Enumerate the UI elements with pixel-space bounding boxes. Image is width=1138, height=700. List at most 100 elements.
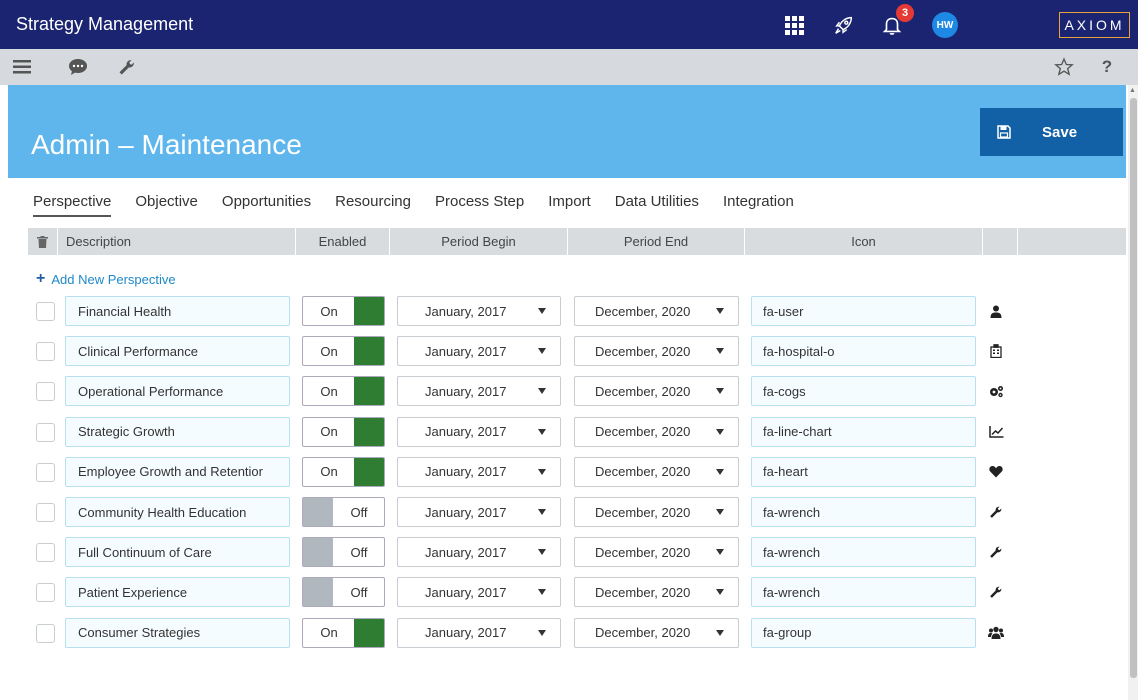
- enabled-toggle[interactable]: On: [302, 336, 385, 367]
- enabled-toggle[interactable]: On: [302, 456, 385, 487]
- menu-icon[interactable]: [10, 55, 34, 79]
- app-title: Strategy Management: [16, 14, 194, 34]
- toggle-knob: [354, 337, 384, 366]
- period-end-select[interactable]: December, 2020: [574, 296, 739, 326]
- period-begin-select[interactable]: January, 2017: [397, 577, 561, 608]
- row-checkbox[interactable]: [36, 543, 55, 563]
- toggle-label: On: [320, 424, 338, 440]
- toggle-label: Off: [350, 544, 368, 560]
- tab-import[interactable]: Import: [548, 193, 591, 217]
- period-end-select[interactable]: December, 2020: [574, 336, 739, 367]
- tab-resourcing[interactable]: Resourcing: [335, 193, 411, 217]
- enabled-toggle[interactable]: Off: [302, 577, 385, 608]
- wrench-icon[interactable]: [115, 55, 139, 79]
- enabled-toggle[interactable]: On: [302, 617, 385, 648]
- icon-input[interactable]: fa-user: [751, 296, 976, 326]
- header-period-end[interactable]: Period End: [568, 228, 745, 255]
- scroll-up-arrow[interactable]: ▲: [1129, 87, 1136, 94]
- tab-objective[interactable]: Objective: [135, 193, 198, 217]
- description-input[interactable]: Financial Health: [65, 296, 290, 326]
- description-input[interactable]: Strategic Growth: [65, 416, 290, 447]
- enabled-toggle[interactable]: On: [302, 416, 385, 447]
- toggle-knob: [354, 417, 384, 446]
- add-new-perspective-link[interactable]: + Add New Perspective: [36, 270, 176, 288]
- row-checkbox[interactable]: [36, 503, 55, 522]
- period-begin-select[interactable]: January, 2017: [397, 617, 561, 648]
- user-icon: [988, 303, 1004, 319]
- header-description[interactable]: Description: [58, 228, 296, 255]
- chat-icon[interactable]: [66, 55, 90, 79]
- row-checkbox[interactable]: [36, 422, 55, 442]
- period-begin-value: January, 2017: [425, 625, 507, 641]
- table-row: Patient Experience Off January, 2017 Decemb…: [0, 577, 1138, 609]
- enabled-toggle[interactable]: On: [302, 376, 385, 407]
- description-input[interactable]: Clinical Performance: [65, 336, 290, 367]
- help-icon[interactable]: ?: [1095, 55, 1119, 79]
- header-period-begin[interactable]: Period Begin: [390, 228, 568, 255]
- enabled-toggle[interactable]: Off: [302, 497, 385, 527]
- row-checkbox[interactable]: [36, 382, 55, 402]
- period-begin-select[interactable]: January, 2017: [397, 497, 561, 527]
- period-begin-select[interactable]: January, 2017: [397, 376, 561, 407]
- row-checkbox[interactable]: [36, 583, 55, 603]
- period-end-select[interactable]: December, 2020: [574, 456, 739, 487]
- period-end-select[interactable]: December, 2020: [574, 617, 739, 648]
- row-checkbox[interactable]: [36, 302, 55, 321]
- description-input[interactable]: Operational Performance: [65, 376, 290, 407]
- icon-input[interactable]: fa-cogs: [751, 376, 976, 407]
- enabled-toggle[interactable]: Off: [302, 537, 385, 568]
- cogs-icon: [988, 383, 1004, 399]
- table-row: Community Health Education Off January, 20…: [0, 497, 1138, 529]
- icon-input[interactable]: fa-wrench: [751, 497, 976, 527]
- enabled-toggle[interactable]: On: [302, 296, 385, 326]
- star-icon[interactable]: [1052, 55, 1076, 79]
- chevron-down-icon: [716, 629, 724, 636]
- tab-perspective[interactable]: Perspective: [33, 193, 112, 217]
- row-checkbox[interactable]: [36, 342, 55, 362]
- tab-opportunities[interactable]: Opportunities: [222, 193, 311, 217]
- toggle-label: On: [320, 625, 338, 641]
- tab-integration[interactable]: Integration: [723, 193, 794, 217]
- save-button[interactable]: Save: [980, 108, 1123, 156]
- icon-input[interactable]: fa-heart: [751, 456, 976, 487]
- period-begin-select[interactable]: January, 2017: [397, 537, 561, 568]
- period-end-select[interactable]: December, 2020: [574, 537, 739, 568]
- plus-icon: +: [36, 270, 46, 287]
- description-input[interactable]: Employee Growth and Retentior: [65, 456, 290, 487]
- grid-icon[interactable]: [780, 11, 808, 39]
- heart-icon: [988, 464, 1004, 480]
- period-begin-value: January, 2017: [425, 303, 507, 319]
- period-begin-select[interactable]: January, 2017: [397, 336, 561, 367]
- trash-icon[interactable]: [28, 228, 58, 255]
- header-enabled[interactable]: Enabled: [296, 228, 390, 255]
- period-end-select[interactable]: December, 2020: [574, 416, 739, 447]
- icon-input[interactable]: fa-group: [751, 617, 976, 648]
- wrench-icon: [988, 584, 1004, 600]
- tab-data-utilities[interactable]: Data Utilities: [615, 193, 699, 217]
- period-begin-select[interactable]: January, 2017: [397, 416, 561, 447]
- description-input[interactable]: Full Continuum of Care: [65, 537, 290, 568]
- row-checkbox[interactable]: [36, 462, 55, 482]
- avatar[interactable]: HW: [932, 12, 958, 38]
- rocket-icon[interactable]: [830, 11, 858, 39]
- description-input[interactable]: Community Health Education: [65, 497, 290, 527]
- period-end-select[interactable]: December, 2020: [574, 376, 739, 407]
- period-begin-select[interactable]: January, 2017: [397, 456, 561, 487]
- period-end-select[interactable]: December, 2020: [574, 577, 739, 608]
- icon-input[interactable]: fa-line-chart: [751, 416, 976, 447]
- icon-input[interactable]: fa-wrench: [751, 577, 976, 608]
- tab-process-step[interactable]: Process Step: [435, 193, 524, 217]
- description-input[interactable]: Consumer Strategies: [65, 617, 290, 648]
- period-end-select[interactable]: December, 2020: [574, 497, 739, 527]
- row-checkbox[interactable]: [36, 623, 55, 643]
- chevron-down-icon: [716, 589, 724, 596]
- description-input[interactable]: Patient Experience: [65, 577, 290, 608]
- table-row: Financial Health On January, 2017 December,…: [0, 296, 1138, 328]
- period-begin-value: January, 2017: [425, 584, 507, 600]
- chevron-down-icon: [716, 428, 724, 435]
- icon-input[interactable]: fa-hospital-o: [751, 336, 976, 367]
- header-icon[interactable]: Icon: [745, 228, 983, 255]
- icon-input[interactable]: fa-wrench: [751, 537, 976, 568]
- chevron-down-icon: [716, 348, 724, 355]
- period-begin-select[interactable]: January, 2017: [397, 296, 561, 326]
